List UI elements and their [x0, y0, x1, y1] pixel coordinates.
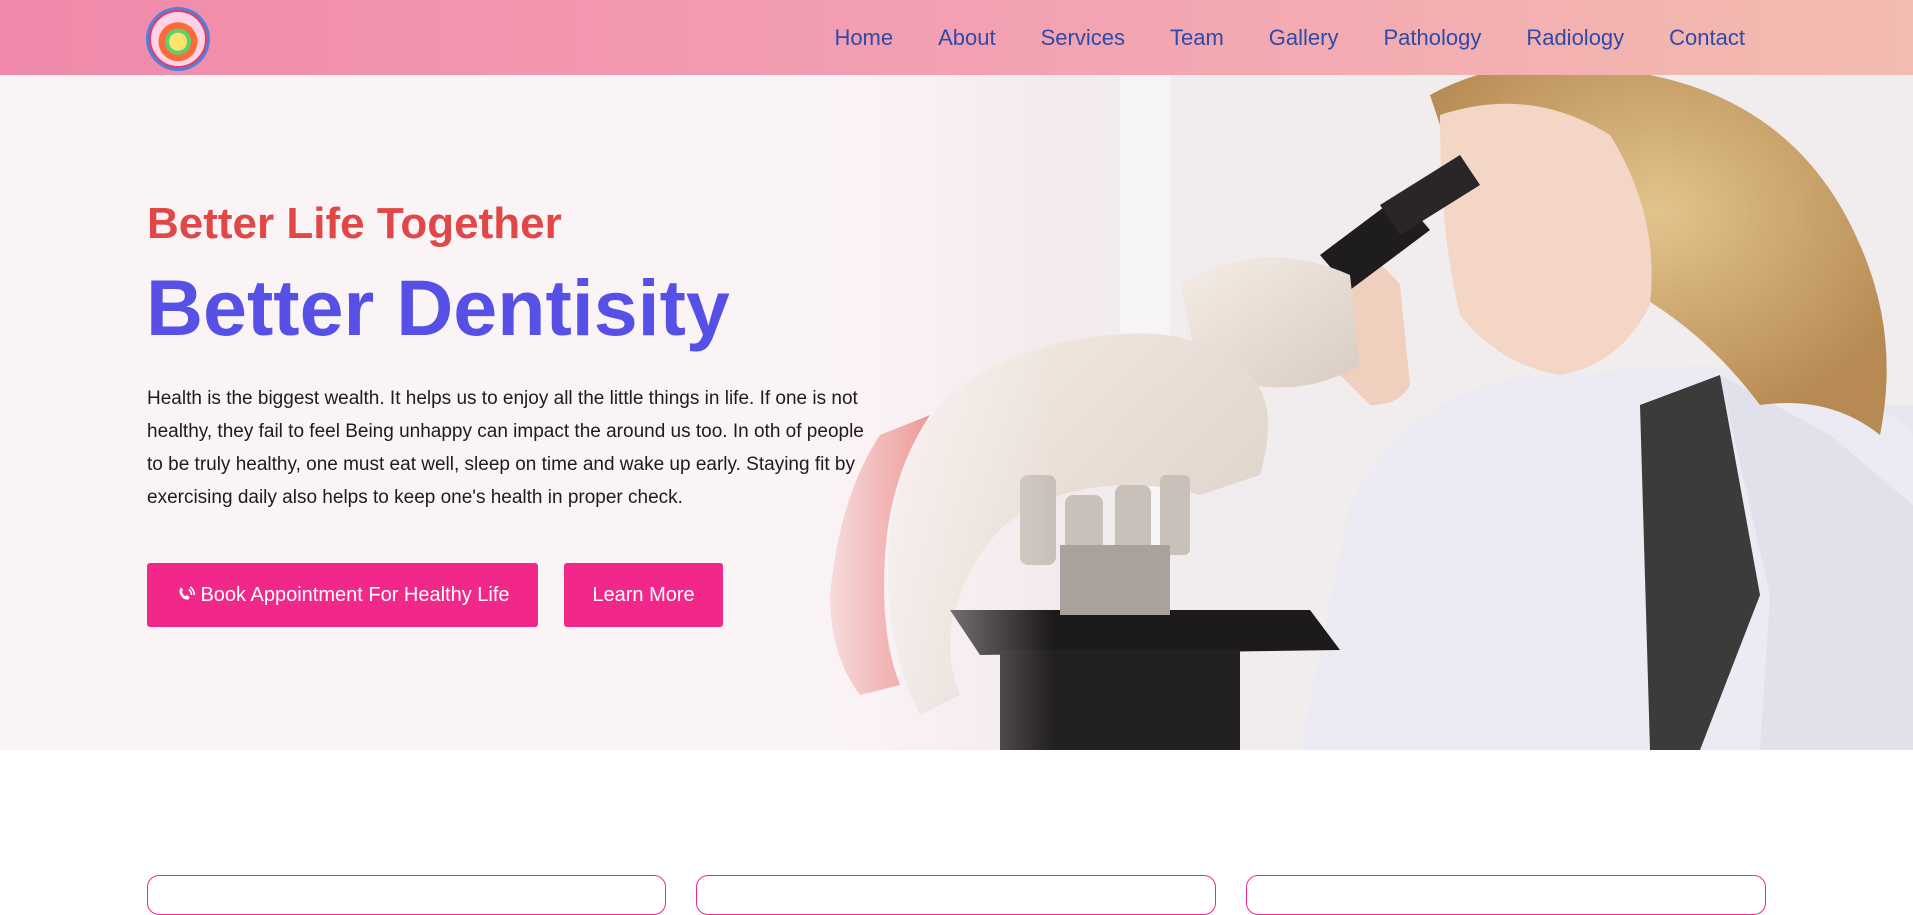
- site-logo[interactable]: [146, 7, 210, 71]
- nav-about[interactable]: About: [916, 0, 1019, 75]
- hero-title: Better Dentisity: [146, 263, 730, 352]
- learn-more-label: Learn More: [592, 583, 695, 606]
- nav-pathology[interactable]: Pathology: [1361, 0, 1504, 75]
- feature-card: [696, 875, 1216, 915]
- book-appointment-label: Book Appointment For Healthy Life: [200, 583, 510, 606]
- main-nav: Home About Services Team Gallery Patholo…: [812, 0, 1745, 75]
- learn-more-button[interactable]: Learn More: [564, 563, 723, 627]
- phone-volume-icon: [179, 586, 196, 600]
- book-appointment-button[interactable]: Book Appointment For Healthy Life: [147, 563, 538, 627]
- hero-subtitle: Better Life Together: [147, 199, 562, 248]
- site-header: Home About Services Team Gallery Patholo…: [0, 0, 1913, 75]
- hero-section: Better Life Together Better Dentisity He…: [0, 75, 1913, 750]
- hero-paragraph: Health is the biggest wealth. It helps u…: [147, 388, 864, 508]
- feature-card: [147, 875, 666, 915]
- nav-radiology[interactable]: Radiology: [1504, 0, 1647, 75]
- feature-card: [1246, 875, 1766, 915]
- nav-gallery[interactable]: Gallery: [1246, 0, 1361, 75]
- nav-team[interactable]: Team: [1147, 0, 1246, 75]
- nav-home[interactable]: Home: [812, 0, 916, 75]
- nav-contact[interactable]: Contact: [1647, 0, 1745, 75]
- nav-services[interactable]: Services: [1018, 0, 1147, 75]
- logo-emblem: [149, 10, 207, 68]
